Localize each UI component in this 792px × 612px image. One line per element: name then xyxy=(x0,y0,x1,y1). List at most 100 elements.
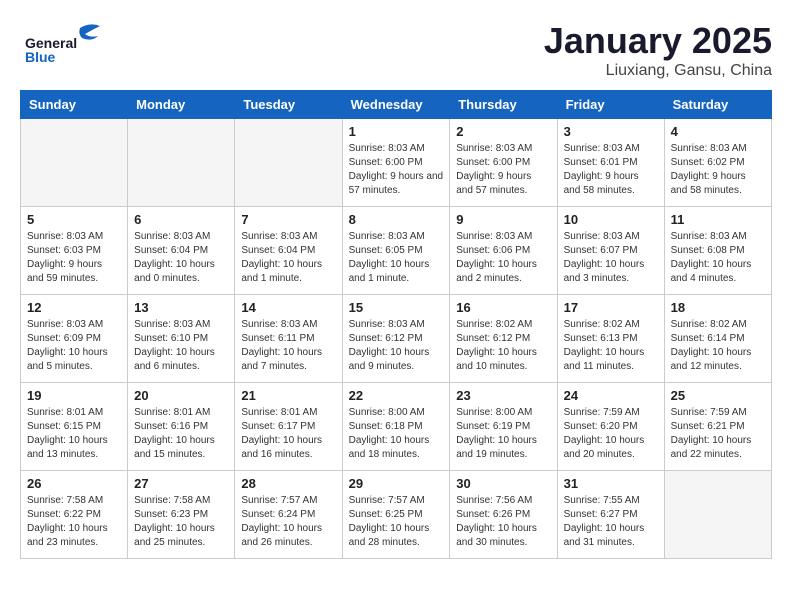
day-info: Sunrise: 8:00 AM Sunset: 6:18 PM Dayligh… xyxy=(349,406,444,462)
week-row-1: 1Sunrise: 8:03 AM Sunset: 6:00 PM Daylig… xyxy=(21,119,772,207)
day-info: Sunrise: 8:02 AM Sunset: 6:14 PM Dayligh… xyxy=(671,318,765,374)
day-cell xyxy=(128,119,235,207)
logo: General Blue xyxy=(20,20,120,65)
svg-text:Blue: Blue xyxy=(25,49,56,65)
day-number: 20 xyxy=(134,388,228,403)
col-thursday: Thursday xyxy=(450,91,557,119)
day-info: Sunrise: 8:03 AM Sunset: 6:00 PM Dayligh… xyxy=(456,142,550,198)
day-cell: 9 Sunrise: 8:03 AM Sunset: 6:06 PM Daylig… xyxy=(450,207,557,295)
day-cell: 21 Sunrise: 8:01 AM Sunset: 6:17 PM Dayli… xyxy=(235,383,342,471)
page-header: General Blue January 2025 Liuxiang, Gans… xyxy=(20,20,772,80)
day-cell: 2Sunrise: 8:03 AM Sunset: 6:00 PM Daylig… xyxy=(450,119,557,207)
day-number: 26 xyxy=(27,476,121,491)
day-cell: 8 Sunrise: 8:03 AM Sunset: 6:05 PM Daylig… xyxy=(342,207,450,295)
day-cell: 25 Sunrise: 7:59 AM Sunset: 6:21 PM Dayli… xyxy=(664,383,771,471)
day-info: Sunrise: 8:03 AM Sunset: 6:07 PM Dayligh… xyxy=(564,230,658,286)
day-info: Sunrise: 8:03 AM Sunset: 6:00 PM Dayligh… xyxy=(349,142,444,198)
logo-svg: General Blue xyxy=(20,20,120,65)
day-info: Sunrise: 7:59 AM Sunset: 6:21 PM Dayligh… xyxy=(671,406,765,462)
day-info: Sunrise: 8:02 AM Sunset: 6:12 PM Dayligh… xyxy=(456,318,550,374)
day-info: Sunrise: 8:03 AM Sunset: 6:04 PM Dayligh… xyxy=(241,230,335,286)
week-row-3: 12 Sunrise: 8:03 AM Sunset: 6:09 PM Dayli… xyxy=(21,295,772,383)
day-info: Sunrise: 8:01 AM Sunset: 6:17 PM Dayligh… xyxy=(241,406,335,462)
day-info: Sunrise: 8:03 AM Sunset: 6:04 PM Dayligh… xyxy=(134,230,228,286)
day-info: Sunrise: 8:03 AM Sunset: 6:03 PM Dayligh… xyxy=(27,230,121,286)
day-number: 27 xyxy=(134,476,228,491)
col-friday: Friday xyxy=(557,91,664,119)
day-number: 4 xyxy=(671,124,765,139)
day-number: 17 xyxy=(564,300,658,315)
day-info: Sunrise: 7:58 AM Sunset: 6:23 PM Dayligh… xyxy=(134,494,228,550)
day-info: Sunrise: 8:02 AM Sunset: 6:13 PM Dayligh… xyxy=(564,318,658,374)
week-row-2: 5 Sunrise: 8:03 AM Sunset: 6:03 PM Daylig… xyxy=(21,207,772,295)
day-cell: 26 Sunrise: 7:58 AM Sunset: 6:22 PM Dayli… xyxy=(21,471,128,559)
week-row-5: 26 Sunrise: 7:58 AM Sunset: 6:22 PM Dayli… xyxy=(21,471,772,559)
day-info: Sunrise: 8:03 AM Sunset: 6:12 PM Dayligh… xyxy=(349,318,444,374)
day-cell: 13 Sunrise: 8:03 AM Sunset: 6:10 PM Dayli… xyxy=(128,295,235,383)
day-cell: 3Sunrise: 8:03 AM Sunset: 6:01 PM Daylig… xyxy=(557,119,664,207)
day-cell: 1Sunrise: 8:03 AM Sunset: 6:00 PM Daylig… xyxy=(342,119,450,207)
month-title: January 2025 xyxy=(544,20,772,62)
location: Liuxiang, Gansu, China xyxy=(544,62,772,80)
day-info: Sunrise: 7:57 AM Sunset: 6:24 PM Dayligh… xyxy=(241,494,335,550)
day-cell: 27 Sunrise: 7:58 AM Sunset: 6:23 PM Dayli… xyxy=(128,471,235,559)
col-saturday: Saturday xyxy=(664,91,771,119)
day-cell xyxy=(235,119,342,207)
day-number: 22 xyxy=(349,388,444,403)
day-cell xyxy=(21,119,128,207)
day-info: Sunrise: 7:57 AM Sunset: 6:25 PM Dayligh… xyxy=(349,494,444,550)
day-info: Sunrise: 8:03 AM Sunset: 6:09 PM Dayligh… xyxy=(27,318,121,374)
day-info: Sunrise: 8:03 AM Sunset: 6:10 PM Dayligh… xyxy=(134,318,228,374)
day-cell: 28Sunrise: 7:57 AM Sunset: 6:24 PM Dayli… xyxy=(235,471,342,559)
day-cell: 15 Sunrise: 8:03 AM Sunset: 6:12 PM Dayli… xyxy=(342,295,450,383)
day-number: 11 xyxy=(671,212,765,227)
title-area: January 2025 Liuxiang, Gansu, China xyxy=(544,20,772,80)
day-info: Sunrise: 7:58 AM Sunset: 6:22 PM Dayligh… xyxy=(27,494,121,550)
day-number: 9 xyxy=(456,212,550,227)
day-number: 8 xyxy=(349,212,444,227)
day-number: 21 xyxy=(241,388,335,403)
day-info: Sunrise: 8:03 AM Sunset: 6:05 PM Dayligh… xyxy=(349,230,444,286)
day-cell: 17 Sunrise: 8:02 AM Sunset: 6:13 PM Dayli… xyxy=(557,295,664,383)
day-cell: 22 Sunrise: 8:00 AM Sunset: 6:18 PM Dayli… xyxy=(342,383,450,471)
day-cell: 11 Sunrise: 8:03 AM Sunset: 6:08 PM Dayli… xyxy=(664,207,771,295)
day-cell xyxy=(664,471,771,559)
day-cell: 4 Sunrise: 8:03 AM Sunset: 6:02 PM Daylig… xyxy=(664,119,771,207)
day-number: 14 xyxy=(241,300,335,315)
day-cell: 23Sunrise: 8:00 AM Sunset: 6:19 PM Dayli… xyxy=(450,383,557,471)
day-number: 19 xyxy=(27,388,121,403)
day-cell: 14 Sunrise: 8:03 AM Sunset: 6:11 PM Dayli… xyxy=(235,295,342,383)
day-info: Sunrise: 8:03 AM Sunset: 6:06 PM Dayligh… xyxy=(456,230,550,286)
col-sunday: Sunday xyxy=(21,91,128,119)
day-number: 24 xyxy=(564,388,658,403)
day-number: 18 xyxy=(671,300,765,315)
day-cell: 18 Sunrise: 8:02 AM Sunset: 6:14 PM Dayli… xyxy=(664,295,771,383)
calendar-table: Sunday Monday Tuesday Wednesday Thursday… xyxy=(20,90,772,559)
day-info: Sunrise: 7:56 AM Sunset: 6:26 PM Dayligh… xyxy=(456,494,550,550)
day-info: Sunrise: 7:55 AM Sunset: 6:27 PM Dayligh… xyxy=(564,494,658,550)
col-wednesday: Wednesday xyxy=(342,91,450,119)
day-cell: 6Sunrise: 8:03 AM Sunset: 6:04 PM Daylig… xyxy=(128,207,235,295)
day-number: 3 xyxy=(564,124,658,139)
day-number: 10 xyxy=(564,212,658,227)
day-number: 31 xyxy=(564,476,658,491)
day-cell: 20 Sunrise: 8:01 AM Sunset: 6:16 PM Dayli… xyxy=(128,383,235,471)
day-cell: 5 Sunrise: 8:03 AM Sunset: 6:03 PM Daylig… xyxy=(21,207,128,295)
day-cell: 29Sunrise: 7:57 AM Sunset: 6:25 PM Dayli… xyxy=(342,471,450,559)
day-cell: 30 Sunrise: 7:56 AM Sunset: 6:26 PM Dayli… xyxy=(450,471,557,559)
day-info: Sunrise: 8:03 AM Sunset: 6:08 PM Dayligh… xyxy=(671,230,765,286)
day-info: Sunrise: 8:01 AM Sunset: 6:16 PM Dayligh… xyxy=(134,406,228,462)
col-monday: Monday xyxy=(128,91,235,119)
day-number: 7 xyxy=(241,212,335,227)
day-cell: 24Sunrise: 7:59 AM Sunset: 6:20 PM Dayli… xyxy=(557,383,664,471)
day-number: 13 xyxy=(134,300,228,315)
day-number: 12 xyxy=(27,300,121,315)
day-info: Sunrise: 8:03 AM Sunset: 6:02 PM Dayligh… xyxy=(671,142,765,198)
day-info: Sunrise: 8:03 AM Sunset: 6:11 PM Dayligh… xyxy=(241,318,335,374)
day-number: 5 xyxy=(27,212,121,227)
day-number: 25 xyxy=(671,388,765,403)
day-number: 15 xyxy=(349,300,444,315)
day-info: Sunrise: 8:01 AM Sunset: 6:15 PM Dayligh… xyxy=(27,406,121,462)
day-number: 30 xyxy=(456,476,550,491)
day-cell: 16Sunrise: 8:02 AM Sunset: 6:12 PM Dayli… xyxy=(450,295,557,383)
